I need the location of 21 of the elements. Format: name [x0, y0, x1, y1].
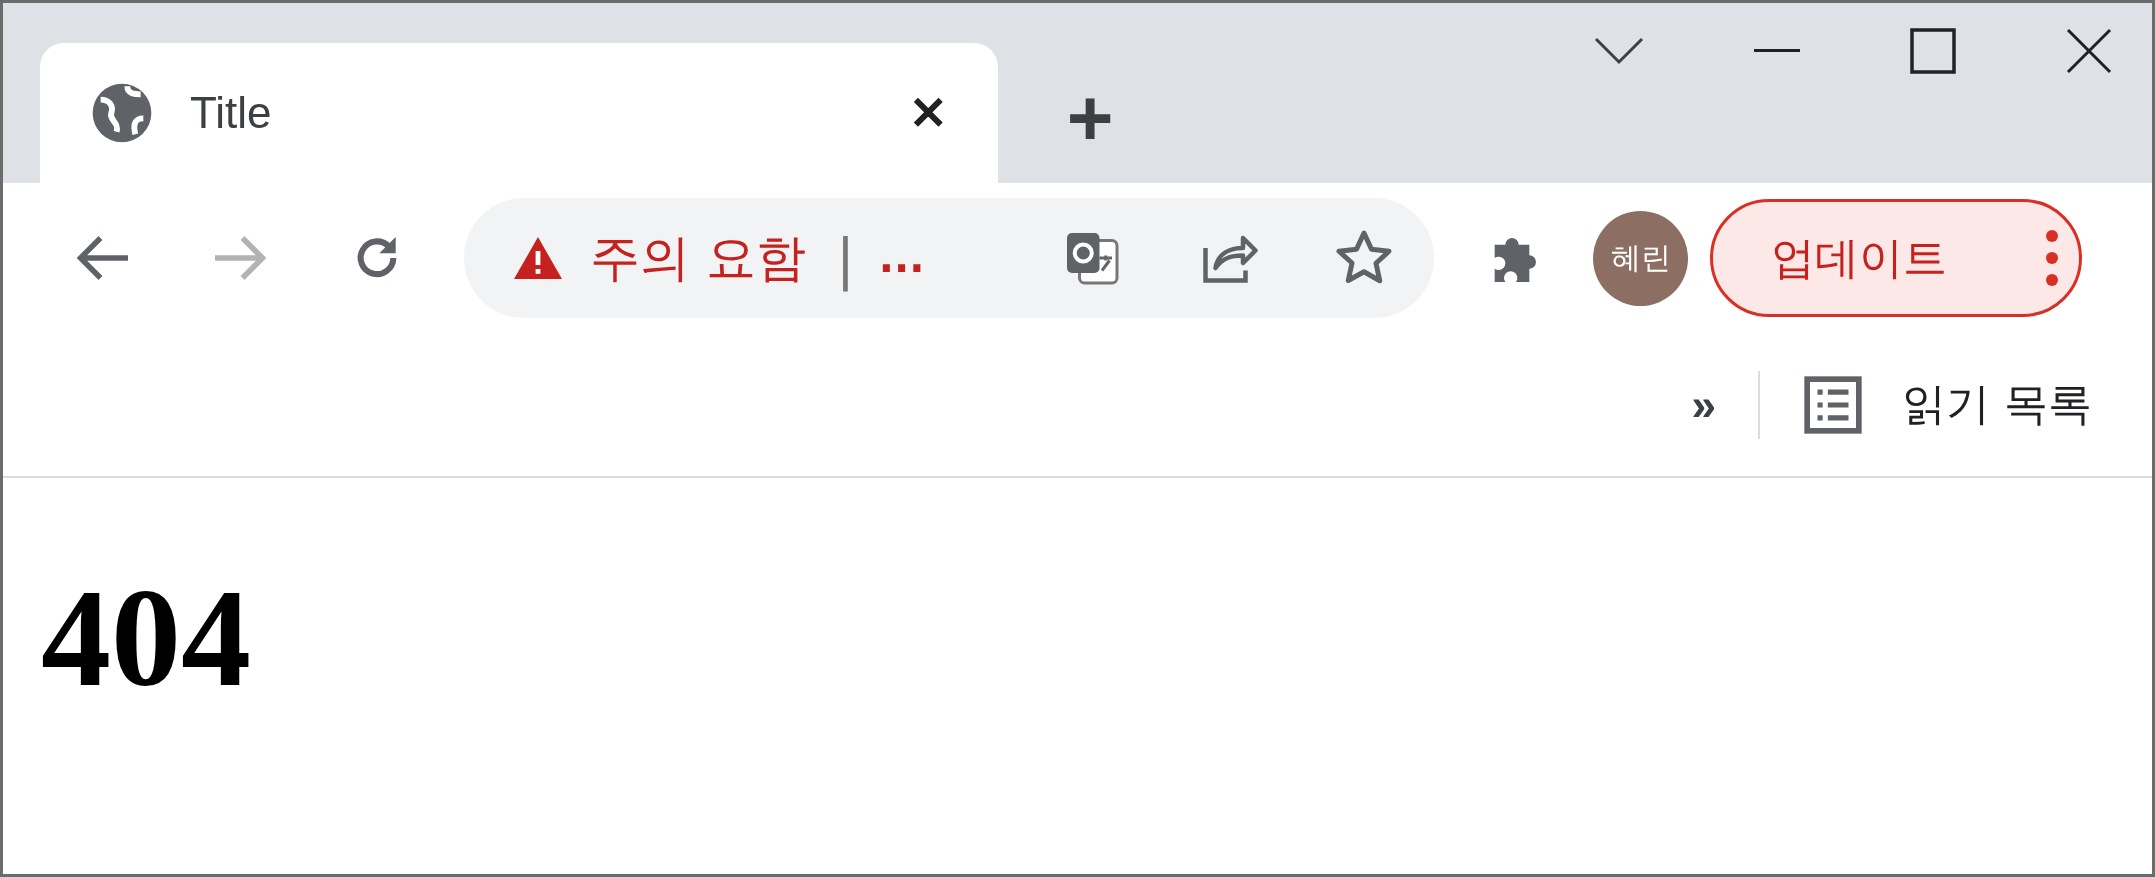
page-heading: 404: [41, 568, 251, 708]
url-text: ...: [878, 235, 926, 281]
warning-icon: [514, 237, 562, 279]
close-window-icon[interactable]: [2066, 28, 2112, 74]
tab-title: Title: [190, 88, 273, 138]
more-vertical-icon[interactable]: [2045, 229, 2059, 287]
reading-list-button[interactable]: 읽기 목록: [1802, 373, 2092, 436]
chevron-down-icon[interactable]: [1594, 37, 1644, 65]
maximize-icon[interactable]: [1910, 28, 1956, 74]
browser-tab[interactable]: Title ✕: [40, 43, 998, 183]
close-tab-button[interactable]: ✕: [898, 83, 958, 143]
update-button[interactable]: 업데이트: [1710, 199, 2082, 317]
new-tab-button[interactable]: +: [1050, 73, 1130, 163]
minimize-icon[interactable]: [1754, 49, 1800, 53]
separator: |: [835, 225, 855, 291]
address-bar[interactable]: 주의 요함 | ...: [464, 198, 1434, 318]
security-warning[interactable]: 주의 요함: [590, 224, 806, 292]
profile-avatar[interactable]: 혜린: [1593, 210, 1688, 306]
globe-icon: [90, 81, 154, 145]
list-icon: [1802, 373, 1864, 436]
bookmarks-overflow-button[interactable]: »: [1691, 379, 1716, 430]
